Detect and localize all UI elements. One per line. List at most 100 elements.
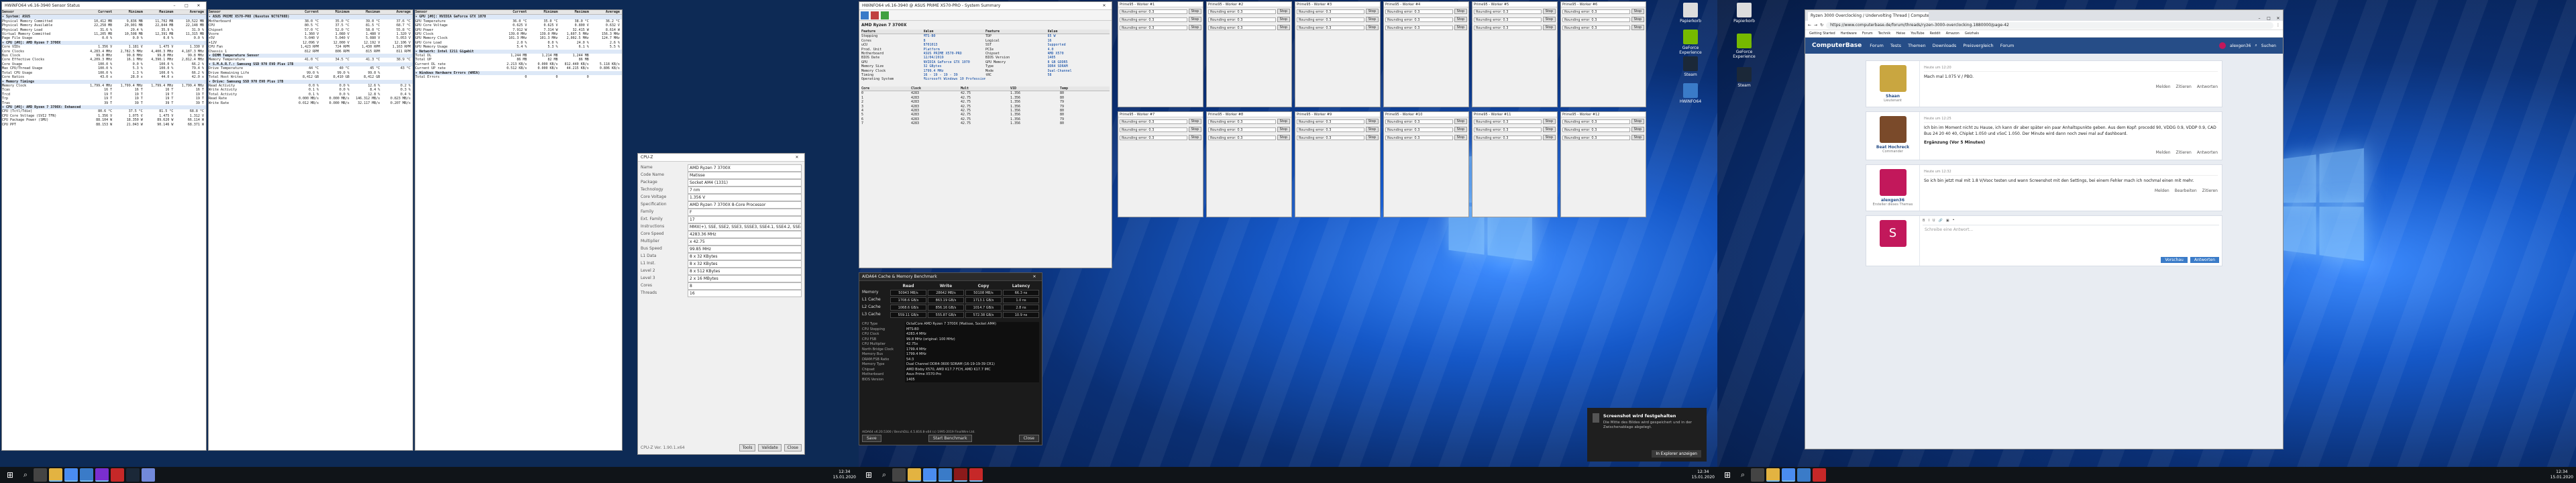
sensor-row[interactable]: CPU PPT 88.153 W 21.043 W 90.146 W 68.371 W (2, 123, 206, 127)
option-field[interactable]: Rounding error: 0.3 (1208, 17, 1276, 22)
reply-input[interactable]: Schreibe eine Antwort... (1923, 225, 2219, 257)
user-name[interactable]: alexgen36 (2230, 44, 2251, 48)
post-action-link[interactable]: Antworten (2197, 150, 2218, 156)
stop-button[interactable]: Stop (1542, 25, 1556, 30)
stop-button[interactable]: Stop (1631, 127, 1644, 132)
clock[interactable]: 12:34 15.01.2020 (2551, 470, 2573, 480)
author-name[interactable]: alexgen36 (1870, 198, 1915, 203)
desktop-icon-recycle-bin[interactable]: Papierkorb (1731, 3, 1758, 23)
stop-button[interactable]: Stop (1454, 17, 1467, 22)
quote-icon[interactable]: ❝ (1953, 219, 1955, 225)
desktop-icon-geforce[interactable]: GeForce Experience (1677, 30, 1704, 55)
option-field[interactable]: Rounding error: 0.3 (1562, 17, 1630, 22)
column-header[interactable]: Average (591, 10, 622, 14)
bookmark-item[interactable]: Amazon (1946, 32, 1960, 36)
option-field[interactable]: Rounding error: 0.3 (1208, 25, 1276, 30)
option-field[interactable]: Rounding error: 0.3 (1474, 9, 1542, 14)
explorer-icon[interactable] (1766, 468, 1780, 482)
screenshot-toast[interactable]: Screenshot wird festgehalten Die Mitte d… (1587, 408, 1707, 462)
avatar[interactable] (1879, 169, 1907, 196)
stop-button[interactable]: Stop (1631, 119, 1644, 124)
save-button[interactable]: Save (862, 435, 881, 442)
explorer-icon[interactable] (49, 468, 62, 482)
column-header[interactable]: Sensor (2, 10, 84, 14)
window-title[interactable]: Prime95 - Worker #7 (1118, 112, 1203, 117)
stop-button[interactable]: Stop (1631, 135, 1644, 140)
stop-button[interactable]: Stop (1365, 127, 1379, 132)
close-icon[interactable]: ✕ (194, 3, 203, 8)
site-nav-item[interactable]: Preisvergleich (1963, 43, 1993, 48)
start-benchmark-button[interactable]: Start Benchmark (928, 435, 972, 442)
stop-button[interactable]: Stop (1631, 9, 1644, 14)
avatar[interactable] (1879, 65, 1907, 92)
maximize-icon[interactable]: □ (182, 3, 191, 8)
post-action-link[interactable]: Melden (2156, 150, 2171, 156)
url-input[interactable]: https://www.computerbase.de/forum/thread… (1826, 21, 2273, 29)
window-title[interactable]: Prime95 - Worker #1 (1118, 2, 1203, 7)
windows-start-icon[interactable]: ⊞ (1720, 468, 1735, 482)
option-field[interactable]: Rounding error: 0.3 (1297, 25, 1364, 30)
reply-button[interactable]: Antworten (2190, 257, 2219, 263)
window-titlebar[interactable]: HWiNFO64 v6.16-3940 Sensor Status – □ ✕ (2, 2, 206, 10)
minimize-icon[interactable]: – (2255, 16, 2264, 21)
close-icon[interactable]: ✕ (1030, 274, 1039, 279)
desktop-icon-hwinfo[interactable]: HWiNFO64 (1677, 83, 1704, 104)
search-icon[interactable]: ⌕ (19, 469, 32, 481)
image-icon[interactable]: ▣ (1946, 219, 1949, 225)
site-nav-item[interactable]: Forum (2000, 43, 2015, 48)
browser-tab[interactable]: Ryzen 3000 Overclocking / Undervolting T… (1808, 12, 1929, 21)
option-field[interactable]: Rounding error: 0.3 (1385, 135, 1453, 140)
user-avatar[interactable] (2218, 42, 2226, 49)
option-field[interactable]: Rounding error: 0.3 (1385, 25, 1453, 30)
option-field[interactable]: Rounding error: 0.3 (1474, 119, 1542, 124)
column-header[interactable]: Maximum (145, 10, 176, 14)
chrome-icon[interactable] (1782, 468, 1795, 482)
post-action-link[interactable]: Zitieren (2176, 150, 2192, 156)
report-icon[interactable] (871, 11, 879, 19)
stop-button[interactable]: Stop (1277, 127, 1290, 132)
column-header[interactable]: Minimum (114, 10, 145, 14)
window-title[interactable]: Prime95 - Worker #8 (1207, 112, 1291, 117)
cpuz-icon[interactable] (95, 468, 109, 482)
prime95-icon[interactable] (954, 468, 967, 482)
steam-icon[interactable] (126, 468, 140, 482)
close-icon[interactable]: ✕ (2273, 16, 2283, 21)
aida-icon[interactable] (111, 468, 124, 482)
window-title[interactable]: Prime95 - Worker #4 (1384, 2, 1468, 7)
tools-button[interactable]: Tools (739, 444, 756, 451)
bookmark-item[interactable]: Forum (1862, 32, 1873, 36)
stop-button[interactable]: Stop (1365, 135, 1379, 140)
post-action-link[interactable]: Antworten (2197, 84, 2218, 90)
post-action-link[interactable]: Bearbeiten (2175, 188, 2197, 194)
italic-icon[interactable]: I (1928, 219, 1929, 225)
option-field[interactable]: Rounding error: 0.3 (1562, 9, 1630, 14)
option-field[interactable]: Rounding error: 0.3 (1385, 127, 1453, 132)
validate-button[interactable]: Validate (758, 444, 782, 451)
author-name[interactable]: Beat Hochreck (1870, 145, 1915, 150)
stop-button[interactable]: Stop (1542, 119, 1556, 124)
stop-button[interactable]: Stop (1454, 25, 1467, 30)
back-icon[interactable]: ← (1808, 23, 1811, 28)
stop-button[interactable]: Stop (1542, 9, 1556, 14)
column-header[interactable]: Sensor (415, 10, 498, 14)
stop-button[interactable]: Stop (1277, 135, 1290, 140)
site-nav-item[interactable]: Downloads (1933, 43, 1957, 48)
desktop-icon-steam[interactable]: Steam (1677, 56, 1704, 77)
option-field[interactable]: Rounding error: 0.3 (1208, 9, 1276, 14)
column-header[interactable]: Sensor (209, 10, 290, 14)
task-view-icon[interactable] (892, 468, 906, 482)
option-field[interactable]: Rounding error: 0.3 (1297, 119, 1364, 124)
window-title[interactable]: Prime95 - Worker #5 (1472, 2, 1557, 7)
option-field[interactable]: Rounding error: 0.3 (1297, 17, 1364, 22)
stop-button[interactable]: Stop (1542, 127, 1556, 132)
option-field[interactable]: Rounding error: 0.3 (1385, 17, 1453, 22)
window-title[interactable]: Prime95 - Worker #2 (1207, 2, 1291, 7)
post-action-link[interactable]: Zitieren (2202, 188, 2218, 194)
stop-button[interactable]: Stop (1542, 135, 1556, 140)
sensors-icon[interactable] (861, 11, 869, 19)
window-title[interactable]: Prime95 - Worker #9 (1295, 112, 1380, 117)
option-field[interactable]: Rounding error: 0.3 (1120, 127, 1187, 132)
aida-icon[interactable] (1813, 468, 1826, 482)
chrome-icon[interactable] (64, 468, 78, 482)
site-nav-item[interactable]: Themen (1908, 43, 1926, 48)
